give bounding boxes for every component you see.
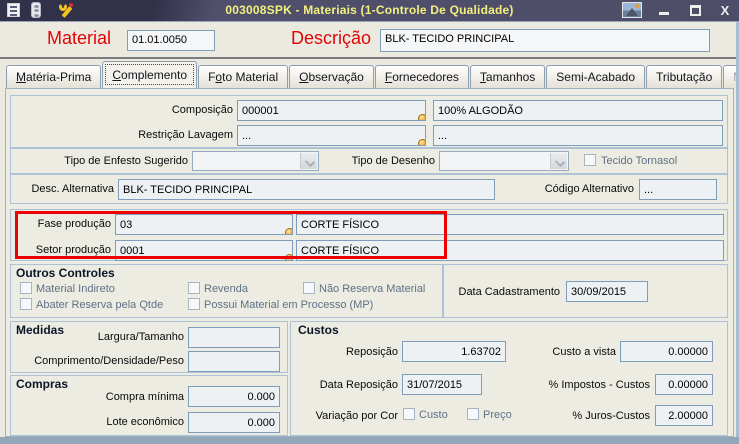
tab-label: Semi-Acabado [556,70,636,84]
reposicao-field[interactable]: 1.63702 [402,341,506,362]
material-indireto-checkbox[interactable] [20,282,32,294]
custo-a-vista-label: Custo a vista [552,346,616,358]
restricao-lavagem-desc-field[interactable]: ... [433,125,723,146]
chevron-down-icon[interactable] [300,153,317,169]
reposicao-label: Reposição [346,346,398,358]
desc-alternativa-field[interactable]: BLK- TECIDO PRINCIPAL [118,179,495,200]
data-cadastramento-label: Data Cadastramento [458,286,561,298]
data-cadastramento-field[interactable]: 30/09/2015 [566,281,648,302]
close-icon[interactable]: X [714,2,736,19]
window-bottom-edge [0,437,739,444]
possui-material-processo-label: Possui Material em Processo (MP) [204,299,374,311]
tab-label: to Material [222,70,279,84]
variacao-preco-label: Preço [483,409,512,421]
restricao-lavagem-label: Restrição Lavagem [138,129,233,141]
revenda-label: Revenda [204,283,249,295]
tab-complemento[interactable]: Complemento [102,61,198,88]
tab-observacao[interactable]: Observação [289,65,374,88]
comprimento-densidade-peso-label: Comprimento/Densidade/Peso [34,355,184,367]
chevron-down-icon[interactable] [550,153,567,169]
tab-label: atéria-Prima [26,70,92,84]
tab-fornecedores[interactable]: Fornecedores [374,65,469,88]
nao-reserva-material-checkbox[interactable] [303,282,315,294]
possui-material-processo-checkbox[interactable] [188,298,200,310]
largura-tamanho-label: Largura/Tamanho [97,331,184,343]
outros-controles-title: Outros Controles [16,266,115,280]
medidas-title: Medidas [16,323,65,337]
variacao-custo-label: Custo [419,409,448,421]
composicao-code-field[interactable]: 000001 [237,100,426,121]
tabstrip: Matéria-Prima Complemento Foto Material … [6,61,739,88]
maximize-icon[interactable] [684,2,706,19]
variacao-custo-checkbox[interactable] [403,408,415,420]
abater-reserva-checkbox[interactable] [20,298,32,310]
header-band: Material 01.01.0050 Descrição BLK- TECID… [0,22,739,59]
tipo-enfesto-select[interactable] [192,151,319,171]
tab-accesskey: C [112,68,122,82]
lote-economico-field[interactable]: 0.000 [188,412,280,433]
tab-label: Tributação [656,70,713,84]
fase-producao-desc-field[interactable]: CORTE FÍSICO [296,214,724,235]
tecido-tornasol-label: Tecido Tornasol [601,155,678,167]
tab-tributacao[interactable]: Tributação [646,65,723,88]
codigo-alternativo-field[interactable]: ... [639,179,717,200]
variacao-por-cor-label: Variação por Cor [315,410,398,422]
comprimento-densidade-peso-field[interactable] [188,351,280,372]
largura-tamanho-field[interactable] [188,327,280,348]
material-label: Material [47,28,112,48]
data-reposicao-label: Data Reposição [319,379,398,391]
tab-label: ornecedores [392,70,459,84]
data-reposicao-field[interactable]: 31/07/2015 [402,374,482,395]
descricao-field[interactable]: BLK- TECIDO PRINCIPAL [380,29,710,52]
material-field[interactable]: 01.01.0050 [127,30,215,51]
tipo-desenho-select[interactable] [439,151,569,171]
fase-producao-label: Fase produção [37,218,111,230]
composicao-desc-field[interactable]: 100% ALGODÃO [433,100,723,121]
juros-custos-field[interactable]: 2.00000 [655,405,713,426]
desc-alternativa-label: Desc. Alternativa [31,183,114,195]
tab-label: bservação [308,70,364,84]
codigo-alternativo-label: Código Alternativo [544,183,634,195]
descricao-label: Descrição [291,28,372,48]
setor-producao-desc-field[interactable]: CORTE FÍSICO [296,240,724,261]
impostos-custos-label: % Impostos - Custos [548,379,650,391]
compras-title: Compras [16,377,69,391]
tab-materia-prima[interactable]: Matéria-Prima [6,65,102,88]
tab-accesskey: M [16,70,26,84]
lote-economico-label: Lote econômico [106,416,184,428]
fase-producao-code-field[interactable]: 03 [115,214,293,235]
setor-producao-code-field[interactable]: 0001 [115,240,293,261]
custos-title: Custos [298,323,339,337]
tipo-enfesto-label: Tipo de Enfesto Sugerido [64,155,188,167]
revenda-checkbox[interactable] [188,282,200,294]
image-icon[interactable] [622,2,642,18]
tab-tamanhos[interactable]: Tamanhos [469,65,546,88]
restricao-lavagem-code-field[interactable]: ... [237,125,426,146]
tab-label: omplemento [121,68,188,82]
juros-custos-label: % Juros-Custos [572,410,650,422]
titlebar: 003008SPK - Materiais (1-Controle De Qua… [0,0,739,22]
variacao-preco-checkbox[interactable] [467,408,479,420]
tab-semi-acabado[interactable]: Semi-Acabado [546,65,646,88]
compra-minima-field[interactable]: 0.000 [188,386,280,407]
app-window: 003008SPK - Materiais (1-Controle De Qua… [0,0,739,444]
abater-reserva-label: Abater Reserva pela Qtde [36,299,164,311]
tipo-desenho-label: Tipo de Desenho [351,155,435,167]
material-indireto-label: Material Indireto [36,283,115,295]
minimize-icon[interactable] [653,2,675,19]
custo-a-vista-field[interactable]: 0.00000 [620,341,713,362]
nao-reserva-material-label: Não Reserva Material [319,283,426,295]
composicao-label: Composição [171,104,233,116]
setor-producao-label: Setor produção [35,244,111,256]
tab-foto-material[interactable]: Foto Material [198,65,289,88]
tab-label: amanhos [485,70,536,84]
tecido-tornasol-checkbox[interactable] [584,154,596,166]
impostos-custos-field[interactable]: 0.00000 [655,374,713,395]
compra-minima-label: Compra mínima [105,391,184,403]
